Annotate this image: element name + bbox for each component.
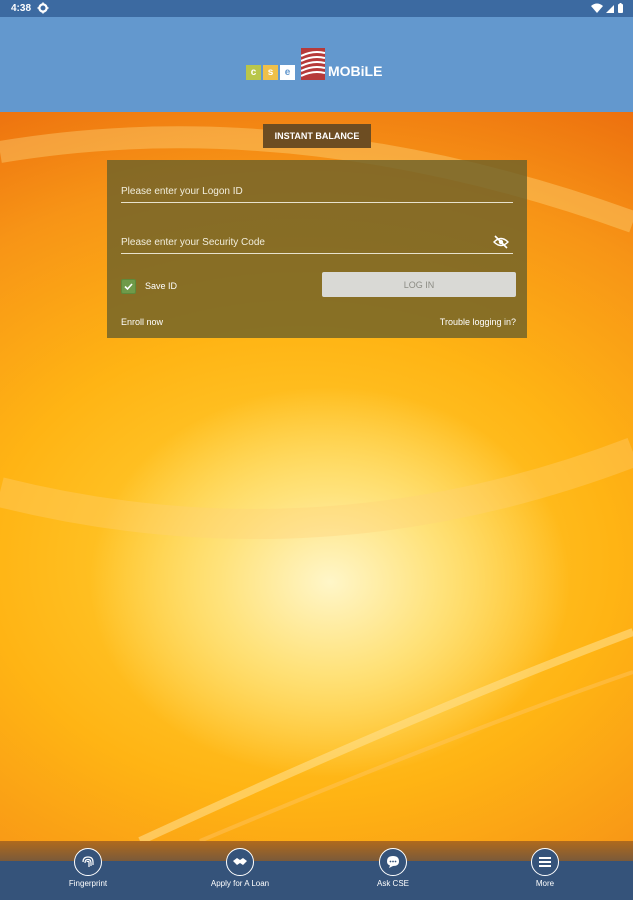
trouble-logging-in-link[interactable]: Trouble logging in?	[440, 317, 516, 327]
nav-more-label: More	[535, 879, 555, 888]
save-id-checkbox[interactable]	[121, 279, 136, 294]
logo-tile-c: c	[246, 65, 261, 80]
enroll-now-link[interactable]: Enroll now	[121, 317, 163, 327]
check-icon	[124, 283, 133, 291]
nav-more-circle	[531, 848, 559, 876]
cse-mobile-logo: c s e MOBiLE	[246, 48, 388, 82]
eye-off-icon[interactable]	[493, 235, 509, 249]
login-card: Save ID LOG IN Enroll now Trouble loggin…	[107, 160, 527, 338]
nav-apply-loan-circle	[226, 848, 254, 876]
gear-icon	[37, 2, 49, 14]
save-id-label: Save ID	[145, 281, 178, 291]
system-status-icons	[591, 3, 623, 13]
nav-more[interactable]: More	[490, 848, 600, 900]
status-time: 4:38	[11, 3, 32, 14]
security-code-input[interactable]	[121, 234, 481, 250]
bottom-nav: Fingerprint Apply for A Loan Ask CSE Mor…	[0, 848, 633, 900]
logo-text: MOBiLE	[328, 63, 383, 79]
instant-balance-button[interactable]: INSTANT BALANCE	[263, 124, 371, 148]
fingerprint-icon	[82, 856, 94, 867]
battery-icon	[618, 4, 623, 13]
nav-fingerprint[interactable]: Fingerprint	[33, 848, 143, 900]
logon-id-input[interactable]	[121, 183, 481, 199]
nav-apply-loan-label: Apply for A Loan	[210, 879, 270, 888]
logo-tile-e: e	[280, 65, 295, 80]
logo-stripes-icon	[301, 48, 325, 80]
nav-fingerprint-circle	[74, 848, 102, 876]
nav-fingerprint-label: Fingerprint	[68, 879, 108, 888]
signal-icon	[606, 5, 614, 13]
nav-ask-cse[interactable]: Ask CSE	[338, 848, 448, 900]
status-bar: 4:38	[0, 0, 633, 17]
nav-ask-cse-circle	[379, 848, 407, 876]
handshake-icon	[233, 858, 247, 865]
menu-icon	[539, 857, 551, 867]
logon-id-field	[121, 180, 513, 203]
nav-apply-loan[interactable]: Apply for A Loan	[185, 848, 295, 900]
app-header: c s e MOBiLE	[0, 17, 633, 112]
security-code-field	[121, 231, 513, 254]
chat-icon	[387, 856, 399, 868]
login-button[interactable]: LOG IN	[322, 272, 516, 297]
wifi-icon	[591, 3, 603, 13]
nav-ask-cse-label: Ask CSE	[376, 879, 409, 888]
logo-tile-s: s	[263, 65, 278, 80]
